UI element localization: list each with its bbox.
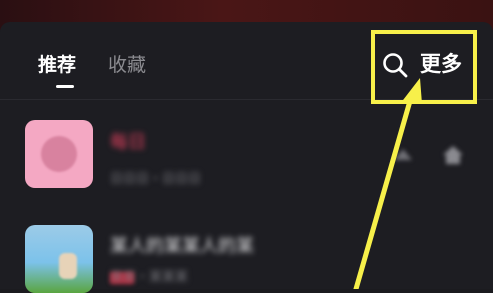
tab-favorites[interactable]: 收藏: [108, 50, 146, 80]
active-tab-indicator: [56, 85, 74, 88]
song-subtitle: 某某・某某某: [110, 270, 189, 285]
home-icon[interactable]: [440, 142, 466, 168]
album-cover: [25, 225, 93, 293]
album-cover: [25, 120, 93, 188]
song-subtitle: 日日日・日日日: [110, 172, 202, 187]
song-title: 每日: [110, 132, 146, 153]
more-highlight-box: [371, 30, 477, 104]
tab-recommend[interactable]: 推荐: [38, 50, 76, 80]
song-title: 某人的某某人的某: [110, 236, 254, 257]
download-icon[interactable]: [390, 142, 416, 168]
